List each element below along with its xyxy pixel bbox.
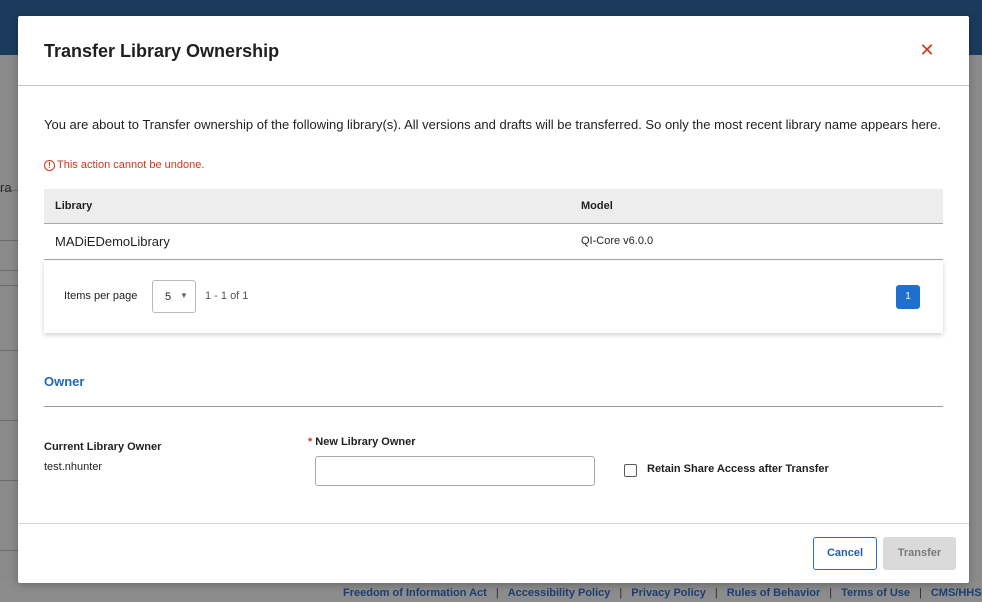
footer-link-foia[interactable]: Freedom of Information Act <box>343 587 487 599</box>
library-table-header: Library Model <box>44 189 943 224</box>
footer-separator: | <box>919 587 922 599</box>
new-owner-label-text: New Library Owner <box>315 436 416 448</box>
footer-link-terms[interactable]: Terms of Use <box>841 587 910 599</box>
required-marker: * <box>308 436 313 448</box>
footer-separator: | <box>829 587 833 599</box>
current-owner-label: Current Library Owner <box>44 441 162 453</box>
column-header-library: Library <box>55 200 93 212</box>
new-owner-input[interactable] <box>315 456 595 486</box>
footer-link-cms[interactable]: CMS/HHS <box>931 587 982 599</box>
pagination-range: 1 - 1 of 1 <box>205 290 249 302</box>
transfer-button[interactable]: Transfer <box>883 537 956 570</box>
page-button-1[interactable]: 1 <box>896 285 920 309</box>
table-row: MADiEDemoLibrary QI-Core v6.0.0 <box>44 224 943 260</box>
close-button[interactable]: ✕ <box>914 37 940 63</box>
transfer-description: You are about to Transfer ownership of t… <box>44 117 941 132</box>
site-footer: Freedom of Information Act | Accessibility… <box>0 582 982 602</box>
footer-link-rules[interactable]: Rules of Behavior <box>727 587 821 599</box>
alert-circle-icon: ! <box>44 159 55 171</box>
footer-separator: | <box>495 587 499 599</box>
library-model-cell: QI-Core v6.0.0 <box>581 235 654 247</box>
column-header-model: Model <box>581 200 613 212</box>
warning-text: This action cannot be undone. <box>57 159 205 171</box>
current-owner-value: test.nhunter <box>44 461 103 473</box>
background-text-fragment: ra <box>0 180 12 195</box>
footer-separator: | <box>714 587 718 599</box>
new-owner-label: * New Library Owner <box>308 436 416 448</box>
footer-link-accessibility[interactable]: Accessibility Policy <box>508 587 611 599</box>
transfer-ownership-dialog: Transfer Library Ownership ✕ You are abo… <box>18 16 969 583</box>
owner-section-heading: Owner <box>44 374 85 389</box>
dialog-title: Transfer Library Ownership <box>44 41 280 61</box>
cancel-button[interactable]: Cancel <box>813 537 877 570</box>
footer-divider <box>18 523 969 524</box>
pagination-bar: Items per page 5 ▼ 1 - 1 of 1 1 <box>44 261 943 333</box>
library-name-cell: MADiEDemoLibrary <box>55 234 170 249</box>
header-divider <box>18 85 969 86</box>
items-per-page-value: 5 <box>165 291 172 303</box>
irreversible-warning: ! This action cannot be undone. <box>44 159 204 171</box>
footer-separator: | <box>619 587 623 599</box>
close-icon: ✕ <box>919 40 935 60</box>
items-per-page-label: Items per page <box>64 290 138 302</box>
retain-share-checkbox[interactable] <box>624 464 637 477</box>
footer-link-privacy[interactable]: Privacy Policy <box>631 587 706 599</box>
retain-share-label[interactable]: Retain Share Access after Transfer <box>647 463 829 475</box>
chevron-down-icon: ▼ <box>180 291 188 300</box>
owner-divider <box>44 406 943 407</box>
items-per-page-select[interactable]: 5 ▼ <box>152 280 196 313</box>
